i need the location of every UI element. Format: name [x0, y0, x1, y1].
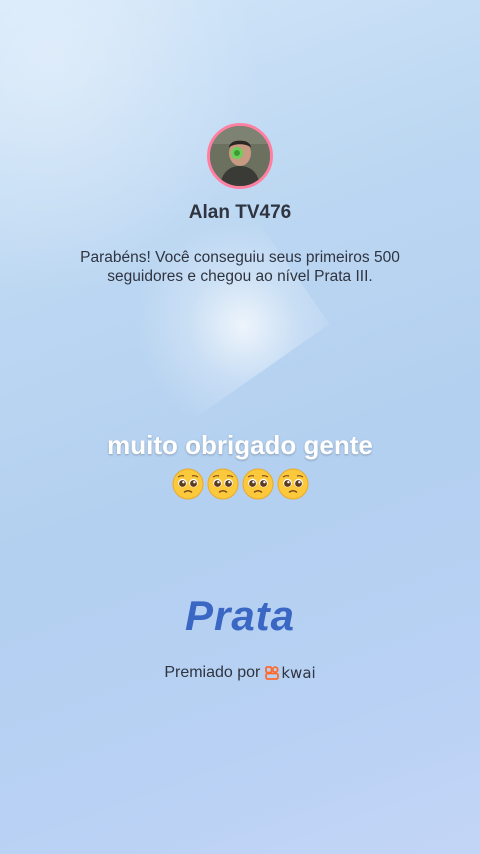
- video-caption: muito obrigado gente: [107, 430, 373, 460]
- pleading-face-emoji: [207, 468, 238, 500]
- level-title: Prata: [184, 592, 296, 639]
- pleading-face-emoji: [172, 468, 203, 500]
- avatar-photo: [210, 126, 270, 186]
- awarded-by: Premiado por kwai: [0, 664, 480, 682]
- kwai-logo: kwai: [265, 664, 316, 682]
- user-name: Alan TV476: [188, 202, 292, 223]
- kwai-wordmark: kwai: [281, 664, 316, 682]
- pleading-face-emoji: [242, 468, 273, 500]
- pleading-face-emoji: [277, 468, 308, 500]
- background-light-streak: [90, 192, 330, 428]
- emoji-row: [0, 468, 480, 500]
- achievement-message: Parabéns! Você conseguiu seus primeiros …: [80, 249, 400, 285]
- awarded-label: Premiado por: [164, 664, 261, 681]
- kwai-icon: [265, 666, 280, 680]
- avatar[interactable]: [207, 123, 273, 189]
